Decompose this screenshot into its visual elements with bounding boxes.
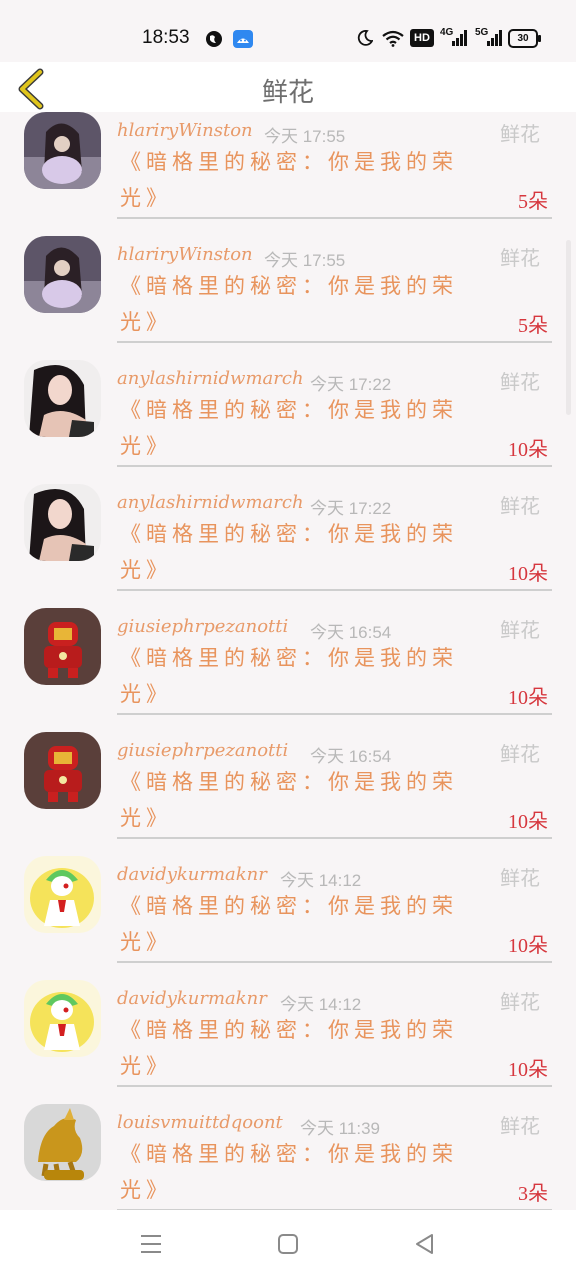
avatar[interactable]	[24, 732, 101, 809]
avatar[interactable]	[24, 1104, 101, 1181]
book-title[interactable]: 《暗格里的秘密：你是我的荣光》	[120, 640, 465, 712]
list-item[interactable]: davidykurmaknr 今天 14:12 鲜花 《暗格里的秘密：你是我的荣…	[0, 980, 576, 1104]
gift-type-tag: 鲜花	[500, 866, 540, 890]
book-title[interactable]: 《暗格里的秘密：你是我的荣光》	[120, 888, 465, 960]
row-divider	[117, 961, 552, 963]
gift-type-tag: 鲜花	[500, 494, 540, 518]
book-title[interactable]: 《暗格里的秘密：你是我的荣光》	[120, 1012, 465, 1084]
gift-type-tag: 鲜花	[500, 618, 540, 642]
moon-icon	[357, 30, 373, 46]
gift-type-tag: 鲜花	[500, 370, 540, 394]
book-title[interactable]: 《暗格里的秘密：你是我的荣光》	[120, 516, 465, 588]
battery-tip	[538, 35, 541, 42]
flower-count: 3朵	[518, 1183, 548, 1205]
avatar[interactable]	[24, 112, 101, 189]
wifi-icon	[382, 30, 404, 47]
signal-4g-bars	[452, 30, 467, 46]
android-icon	[233, 30, 253, 48]
flower-gift-list[interactable]: hlariryWinston 今天 17:55 鲜花 《暗格里的秘密：你是我的荣…	[0, 112, 576, 1210]
row-divider	[117, 589, 552, 591]
list-item[interactable]: hlariryWinston 今天 17:55 鲜花 《暗格里的秘密：你是我的荣…	[0, 112, 576, 236]
book-title[interactable]: 《暗格里的秘密：你是我的荣光》	[120, 268, 465, 340]
book-title[interactable]: 《暗格里的秘密：你是我的荣光》	[120, 144, 465, 216]
row-divider	[117, 837, 552, 839]
row-divider	[117, 217, 552, 219]
book-title[interactable]: 《暗格里的秘密：你是我的荣光》	[120, 1136, 465, 1208]
flower-count: 10朵	[508, 687, 548, 709]
status-bar: 18:53 HD 4G 5G 30	[0, 0, 576, 62]
sender-username[interactable]: giusiephrpezanotti	[117, 616, 288, 637]
gift-type-tag: 鲜花	[500, 246, 540, 270]
row-divider	[117, 1085, 552, 1087]
flower-count: 10朵	[508, 439, 548, 461]
sender-username[interactable]: anylashirnidwmarch	[117, 368, 304, 389]
flower-count: 10朵	[508, 1059, 548, 1081]
sender-username[interactable]: giusiephrpezanotti	[117, 740, 288, 761]
flower-count: 5朵	[518, 191, 548, 213]
row-divider	[117, 341, 552, 343]
home-icon[interactable]	[277, 1232, 299, 1256]
hd-icon: HD	[410, 29, 434, 47]
list-item[interactable]: davidykurmaknr 今天 14:12 鲜花 《暗格里的秘密：你是我的荣…	[0, 856, 576, 980]
row-divider	[117, 465, 552, 467]
book-title[interactable]: 《暗格里的秘密：你是我的荣光》	[120, 764, 465, 836]
avatar[interactable]	[24, 856, 101, 933]
avatar[interactable]	[24, 360, 101, 437]
gift-type-tag: 鲜花	[500, 1114, 540, 1138]
sender-username[interactable]: anylashirnidwmarch	[117, 492, 304, 513]
sender-username[interactable]: davidykurmaknr	[117, 864, 267, 885]
sender-username[interactable]: hlariryWinston	[117, 244, 253, 265]
battery-icon: 30	[508, 29, 538, 48]
status-time: 18:53	[142, 27, 190, 48]
list-item[interactable]: anylashirnidwmarch 今天 17:22 鲜花 《暗格里的秘密：你…	[0, 360, 576, 484]
flower-count: 10朵	[508, 811, 548, 833]
flower-count: 5朵	[518, 315, 548, 337]
list-item[interactable]: giusiephrpezanotti 今天 16:54 鲜花 《暗格里的秘密：你…	[0, 732, 576, 856]
avatar[interactable]	[24, 608, 101, 685]
gift-type-tag: 鲜花	[500, 990, 540, 1014]
signal-5g-bars	[487, 30, 502, 46]
flower-count: 10朵	[508, 935, 548, 957]
list-item[interactable]: anylashirnidwmarch 今天 17:22 鲜花 《暗格里的秘密：你…	[0, 484, 576, 608]
avatar[interactable]	[24, 980, 101, 1057]
gift-type-tag: 鲜花	[500, 742, 540, 766]
avatar[interactable]	[24, 236, 101, 313]
page-title: 鲜花	[261, 78, 314, 108]
system-nav-bar	[0, 1210, 576, 1280]
scrollbar[interactable]	[566, 240, 571, 415]
sender-username[interactable]: louisvmuittdqoont	[117, 1112, 283, 1133]
row-divider	[117, 713, 552, 715]
sender-username[interactable]: hlariryWinston	[117, 120, 253, 141]
avatar[interactable]	[24, 484, 101, 561]
book-title[interactable]: 《暗格里的秘密：你是我的荣光》	[120, 392, 465, 464]
back-icon[interactable]	[414, 1232, 436, 1256]
flower-count: 10朵	[508, 563, 548, 585]
menu-icon[interactable]	[140, 1232, 162, 1256]
app-header: 鲜花	[0, 62, 576, 112]
sender-username[interactable]: davidykurmaknr	[117, 988, 267, 1009]
list-item[interactable]: giusiephrpezanotti 今天 16:54 鲜花 《暗格里的秘密：你…	[0, 608, 576, 732]
gift-type-tag: 鲜花	[500, 122, 540, 146]
list-item[interactable]: louisvmuittdqoont 今天 11:39 鲜花 《暗格里的秘密：你是…	[0, 1104, 576, 1210]
globe-icon	[206, 31, 222, 47]
list-item[interactable]: hlariryWinston 今天 17:55 鲜花 《暗格里的秘密：你是我的荣…	[0, 236, 576, 360]
